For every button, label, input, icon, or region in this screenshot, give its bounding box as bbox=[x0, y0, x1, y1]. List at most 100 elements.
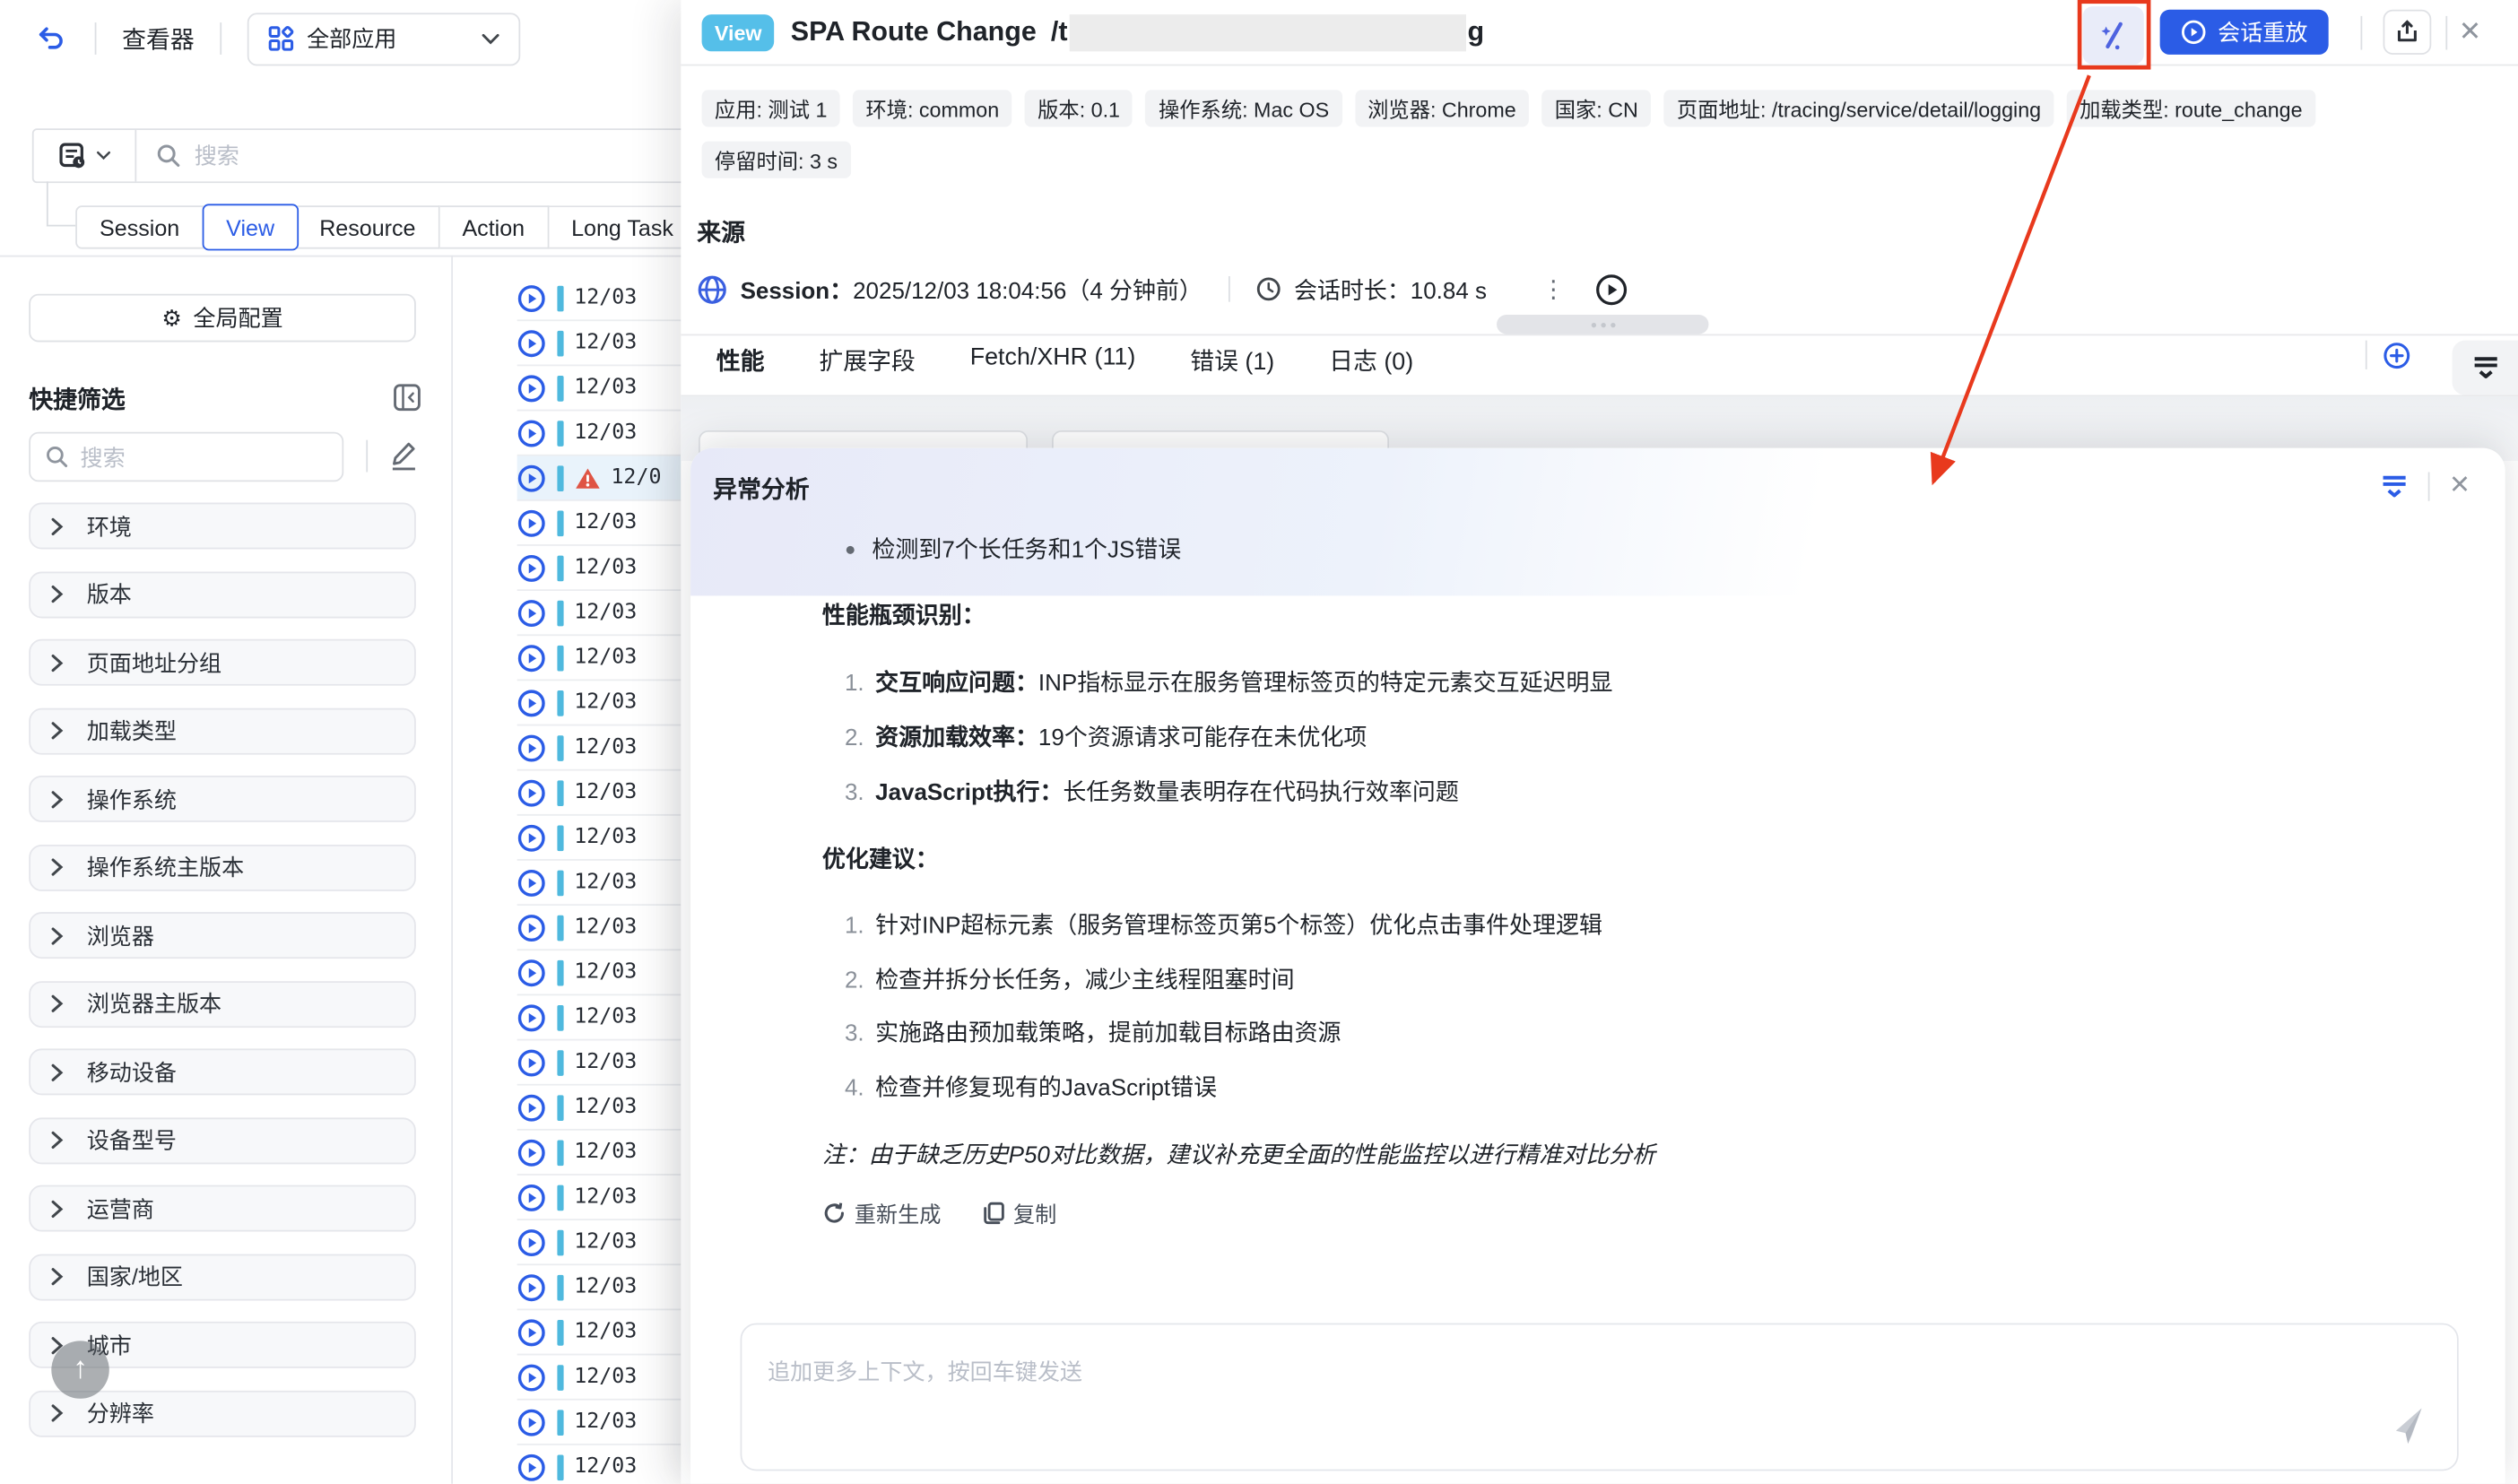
detail-tab[interactable]: 性能 bbox=[716, 343, 765, 395]
session-row[interactable]: 12/03 bbox=[517, 1040, 682, 1085]
filter-item[interactable]: 浏览器主版本 bbox=[29, 980, 416, 1027]
filter-item[interactable]: 操作系统主版本 bbox=[29, 844, 416, 890]
filter-item[interactable]: 页面地址分组 bbox=[29, 639, 416, 686]
close-icon[interactable]: ✕ bbox=[2449, 473, 2470, 499]
play-circle-icon[interactable] bbox=[517, 328, 546, 357]
session-row[interactable]: 12/03 bbox=[517, 1445, 682, 1484]
app-selector-dropdown[interactable]: 全部应用 bbox=[247, 12, 520, 65]
play-session-icon[interactable] bbox=[1594, 273, 1628, 307]
session-row[interactable]: 12/03 bbox=[517, 1310, 682, 1355]
play-circle-icon[interactable] bbox=[517, 1002, 546, 1031]
filter-item[interactable]: 浏览器 bbox=[29, 912, 416, 959]
tab-long-task[interactable]: Long Task bbox=[549, 205, 698, 248]
play-circle-icon[interactable] bbox=[517, 958, 546, 986]
play-circle-icon[interactable] bbox=[517, 868, 546, 897]
session-row[interactable]: 12/03 bbox=[517, 321, 682, 366]
detail-tab[interactable]: 错误 (1) bbox=[1190, 343, 1274, 395]
session-row[interactable]: 12/03 bbox=[517, 591, 682, 636]
session-row[interactable]: 12/03 bbox=[517, 1086, 682, 1131]
session-row[interactable]: 12/03 bbox=[517, 366, 682, 411]
play-circle-icon[interactable] bbox=[517, 823, 546, 852]
session-row[interactable]: 12/03 bbox=[517, 546, 682, 591]
send-icon[interactable] bbox=[2390, 1405, 2428, 1447]
filter-item[interactable]: 设备型号 bbox=[29, 1117, 416, 1164]
session-row[interactable]: 12/03 bbox=[517, 501, 682, 546]
session-row[interactable]: 12/03 bbox=[517, 950, 682, 995]
tab-action[interactable]: Action bbox=[439, 205, 549, 248]
export-button[interactable] bbox=[2383, 10, 2432, 55]
play-circle-icon[interactable] bbox=[517, 1272, 546, 1301]
regenerate-button[interactable]: 重新生成 bbox=[822, 1196, 942, 1228]
play-circle-icon[interactable] bbox=[517, 598, 546, 627]
session-row[interactable]: 12/03 bbox=[517, 1176, 682, 1220]
play-circle-icon[interactable] bbox=[517, 643, 546, 672]
play-circle-icon[interactable] bbox=[517, 1228, 546, 1256]
session-row[interactable]: 12/03 bbox=[517, 1131, 682, 1176]
play-circle-icon[interactable] bbox=[517, 553, 546, 582]
session-row[interactable]: 12/03 bbox=[517, 636, 682, 681]
session-row[interactable]: 12/03 bbox=[517, 1401, 682, 1445]
filter-item[interactable]: 运营商 bbox=[29, 1185, 416, 1232]
play-circle-icon[interactable] bbox=[517, 373, 546, 402]
filter-item[interactable]: 版本 bbox=[29, 571, 416, 618]
play-circle-icon[interactable] bbox=[517, 419, 546, 447]
play-circle-icon[interactable] bbox=[517, 688, 546, 716]
horizontal-scrollbar[interactable] bbox=[1497, 315, 1708, 334]
filter-item[interactable]: 环境 bbox=[29, 503, 416, 550]
copy-button[interactable]: 复制 bbox=[983, 1196, 1056, 1228]
collapse-lines-icon[interactable] bbox=[2380, 473, 2409, 499]
session-replay-button[interactable]: 会话重放 bbox=[2160, 10, 2329, 55]
search-type-select[interactable] bbox=[34, 130, 137, 181]
session-row[interactable]: 12/03 bbox=[517, 411, 682, 456]
session-row[interactable]: 12/0 bbox=[517, 456, 682, 501]
play-circle-icon[interactable] bbox=[517, 1453, 546, 1481]
session-row[interactable]: 12/03 bbox=[517, 816, 682, 861]
filter-item[interactable]: 移动设备 bbox=[29, 1048, 416, 1095]
play-circle-icon[interactable] bbox=[517, 1093, 546, 1122]
session-row[interactable]: 12/03 bbox=[517, 861, 682, 906]
session-row[interactable]: 12/03 bbox=[517, 1220, 682, 1265]
tab-resource[interactable]: Resource bbox=[297, 205, 439, 248]
play-circle-icon[interactable] bbox=[517, 733, 546, 762]
tab-session[interactable]: Session bbox=[75, 205, 204, 248]
play-circle-icon[interactable] bbox=[517, 464, 546, 492]
session-row[interactable]: 12/03 bbox=[517, 1355, 682, 1400]
edit-icon[interactable] bbox=[388, 440, 419, 473]
play-circle-icon[interactable] bbox=[517, 1363, 546, 1392]
play-circle-icon[interactable] bbox=[517, 1317, 546, 1346]
back-icon[interactable] bbox=[35, 23, 65, 54]
detail-tab[interactable]: 扩展字段 bbox=[819, 343, 915, 395]
global-config-button[interactable]: ⚙ 全局配置 bbox=[29, 294, 416, 343]
tab-view[interactable]: View bbox=[202, 204, 299, 250]
filter-item[interactable]: 加载类型 bbox=[29, 707, 416, 754]
play-circle-icon[interactable] bbox=[517, 1048, 546, 1077]
play-circle-icon[interactable] bbox=[517, 283, 546, 312]
play-circle-icon[interactable] bbox=[517, 508, 546, 537]
more-actions-icon[interactable]: ⋮ bbox=[1541, 274, 1566, 303]
detail-tab[interactable]: 日志 (0) bbox=[1329, 343, 1413, 395]
session-row[interactable]: 12/03 bbox=[517, 681, 682, 725]
close-icon[interactable]: ✕ bbox=[2459, 18, 2482, 45]
filter-item[interactable]: 操作系统 bbox=[29, 776, 416, 822]
session-row[interactable]: 12/03 bbox=[517, 995, 682, 1040]
session-row[interactable]: 12/03 bbox=[517, 1265, 682, 1310]
session-row[interactable]: 12/03 bbox=[517, 725, 682, 770]
ai-analysis-button[interactable] bbox=[2083, 6, 2144, 64]
play-circle-icon[interactable] bbox=[517, 1408, 546, 1436]
play-circle-icon[interactable] bbox=[517, 1138, 546, 1167]
add-circle-icon[interactable] bbox=[2383, 342, 2410, 369]
collapse-panel-icon[interactable] bbox=[394, 384, 421, 411]
session-search-input[interactable]: 搜索 bbox=[195, 140, 239, 172]
session-row[interactable]: 12/03 bbox=[517, 276, 682, 321]
play-circle-icon[interactable] bbox=[517, 913, 546, 942]
session-row[interactable]: 12/03 bbox=[517, 906, 682, 950]
detail-tab[interactable]: Fetch/XHR (11) bbox=[970, 343, 1136, 395]
play-circle-icon[interactable] bbox=[517, 1183, 546, 1211]
quick-filter-search[interactable]: 搜索 bbox=[29, 432, 343, 482]
filter-item[interactable]: 国家/地区 bbox=[29, 1254, 416, 1300]
session-row[interactable]: 12/03 bbox=[517, 771, 682, 816]
play-circle-icon[interactable] bbox=[517, 778, 546, 807]
context-input[interactable]: 追加更多上下文，按回车键发送 bbox=[741, 1323, 2459, 1471]
scroll-to-top-button[interactable]: ↑ bbox=[51, 1341, 109, 1398]
collapse-all-button[interactable] bbox=[2453, 341, 2518, 395]
